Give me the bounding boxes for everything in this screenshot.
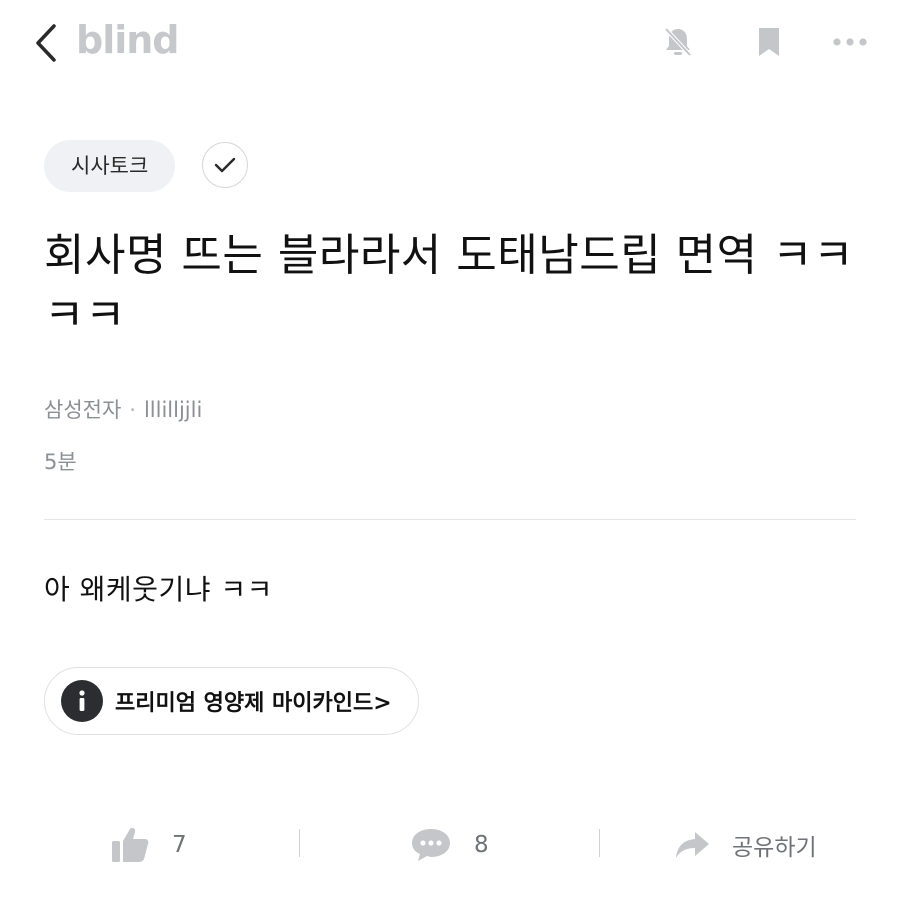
comment-button[interactable]: 8 (410, 823, 489, 867)
category-tag[interactable]: 시사토크 (44, 140, 176, 192)
action-separator (299, 829, 300, 857)
top-bar: blind (0, 0, 900, 86)
notification-off-button[interactable] (660, 24, 696, 60)
post-meta: 삼성전자 · lllilljjli (44, 394, 202, 424)
back-arrow-icon (36, 24, 56, 62)
like-count: 7 (172, 832, 187, 858)
company-name[interactable]: 삼성전자 (44, 398, 121, 422)
meta-separator: · (129, 398, 136, 422)
share-arrow-icon (676, 832, 709, 858)
back-button[interactable] (28, 20, 64, 66)
info-icon (61, 680, 103, 722)
ad-banner-label: 프리미엄 영양제 마이카인드> (115, 691, 392, 716)
action-separator (599, 829, 600, 857)
share-button[interactable]: 공유하기 (674, 823, 817, 867)
follow-category-button[interactable] (202, 142, 248, 188)
thumbs-up-icon (112, 828, 149, 862)
post-time: 5분 (44, 450, 77, 474)
comment-icon (412, 829, 450, 861)
like-button[interactable]: 7 (110, 823, 187, 867)
ad-banner-button[interactable]: 프리미엄 영양제 마이카인드> (44, 667, 419, 735)
share-label: 공유하기 (732, 835, 817, 861)
comment-count: 8 (474, 832, 489, 858)
post-body: 아 왜케웃기냐 ㅋㅋ (44, 573, 273, 606)
bookmark-icon (759, 28, 779, 56)
divider (44, 519, 856, 520)
check-icon (214, 157, 236, 173)
action-bar: 7 8 공유하기 (0, 805, 900, 885)
author-name[interactable]: lllilljjli (144, 398, 202, 422)
post-title: 회사명 뜨는 블라라서 도태남드립 면역 ㅋㅋㅋㅋ (44, 230, 855, 341)
bell-off-icon (664, 27, 692, 57)
bookmark-button[interactable] (751, 24, 787, 60)
blind-logo[interactable]: blind (76, 18, 180, 62)
more-icon (833, 38, 867, 46)
more-options-button[interactable] (832, 24, 868, 60)
